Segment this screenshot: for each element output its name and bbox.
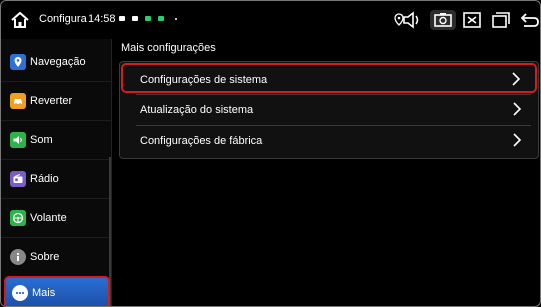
list-item-system-settings[interactable]: Configurações de sistema bbox=[121, 63, 537, 93]
app-title: Configura bbox=[39, 13, 87, 25]
settings-list: Configurações de sistema Atualização do … bbox=[119, 61, 539, 159]
more-icon bbox=[12, 285, 28, 301]
list-item-label: Configurações de sistema bbox=[140, 74, 268, 86]
close-window-icon[interactable] bbox=[461, 10, 483, 30]
screenshot-icon[interactable] bbox=[430, 10, 456, 30]
status-bar: Configura 14:58 bbox=[1, 1, 540, 39]
radio-icon bbox=[10, 171, 26, 187]
steering-wheel-icon bbox=[10, 210, 26, 226]
sidebar-item-label: Volante bbox=[30, 212, 67, 224]
chevron-right-icon bbox=[513, 102, 522, 116]
sidebar-item-radio[interactable]: Rádio bbox=[1, 160, 111, 198]
sidebar: Navegação Reverter Som Rádio Volante Sob… bbox=[1, 39, 112, 306]
sidebar-item-label: Sobre bbox=[30, 251, 60, 263]
sidebar-item-label: Reverter bbox=[30, 95, 73, 107]
sidebar-item-mais[interactable]: Mais bbox=[4, 276, 110, 306]
home-icon[interactable] bbox=[10, 10, 30, 30]
car-icon bbox=[10, 93, 26, 109]
sidebar-item-som[interactable]: Som bbox=[1, 121, 111, 159]
notification-icon bbox=[132, 16, 138, 21]
list-item-system-update[interactable]: Atualização do sistema bbox=[120, 94, 538, 125]
chevron-right-icon bbox=[512, 72, 521, 86]
sidebar-item-label: Mais bbox=[32, 287, 56, 299]
chevron-right-icon bbox=[513, 133, 522, 147]
sidebar-item-reverter[interactable]: Reverter bbox=[1, 82, 111, 120]
section-title: Mais configurações bbox=[121, 42, 216, 54]
sidebar-item-label: Rádio bbox=[30, 173, 59, 185]
notification-dot bbox=[175, 18, 177, 20]
clock: 14:58 bbox=[88, 13, 116, 25]
speaker-icon bbox=[10, 132, 26, 148]
back-icon[interactable] bbox=[518, 10, 540, 30]
notification-icon bbox=[145, 16, 151, 21]
sidebar-item-label: Navegação bbox=[30, 56, 86, 68]
list-item-factory-settings[interactable]: Configurações de fábrica bbox=[120, 125, 538, 156]
screen: Configura 14:58 Navegação Reverter Som R… bbox=[0, 0, 541, 307]
info-icon bbox=[10, 249, 26, 265]
list-item-label: Configurações de fábrica bbox=[140, 135, 263, 147]
sidebar-item-navegacao[interactable]: Navegação bbox=[1, 43, 111, 81]
volume-icon[interactable] bbox=[401, 10, 423, 30]
notification-icon bbox=[158, 16, 164, 21]
map-icon bbox=[10, 54, 26, 70]
list-item-label: Atualização do sistema bbox=[140, 104, 254, 116]
multitask-icon[interactable] bbox=[490, 10, 512, 30]
sidebar-item-volante[interactable]: Volante bbox=[1, 199, 111, 237]
sidebar-item-label: Som bbox=[30, 134, 53, 146]
notification-icon bbox=[119, 16, 125, 21]
sidebar-item-sobre[interactable]: Sobre bbox=[1, 238, 111, 276]
